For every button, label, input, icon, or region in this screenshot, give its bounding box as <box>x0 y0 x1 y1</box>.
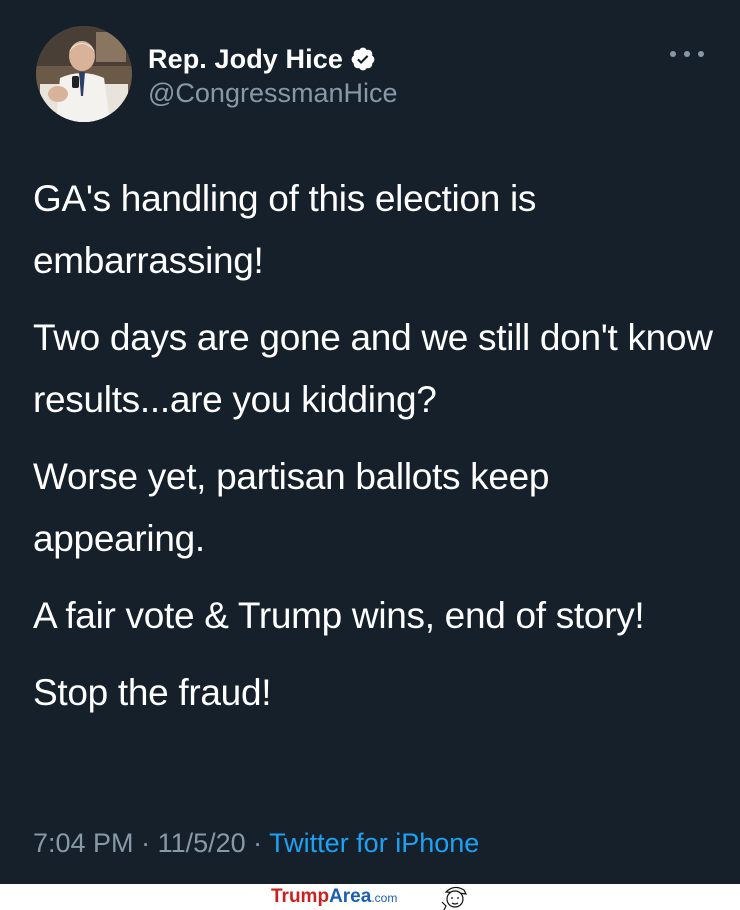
dot <box>684 51 690 57</box>
tweet-paragraph: A fair vote & Trump wins, end of story! <box>33 595 645 636</box>
tweet-text: GA's handling of this election is embarr… <box>33 168 713 739</box>
watermark-part: .com <box>371 891 398 905</box>
more-dots-icon[interactable] <box>670 44 704 64</box>
display-name-row: Rep. Jody Hice <box>148 42 398 76</box>
user-handle[interactable]: @CongressmanHice <box>148 78 398 109</box>
profile-photo-icon <box>36 26 132 122</box>
tweet-paragraph: Worse yet, partisan ballots keep appeari… <box>33 456 550 559</box>
watermark-part: Area <box>329 886 372 907</box>
dot <box>698 51 704 57</box>
separator: · <box>133 828 158 858</box>
watermark: TrumpArea.com <box>0 884 740 910</box>
tweet-date[interactable]: 11/5/20 <box>158 828 246 858</box>
tweet-header: Rep. Jody Hice @CongressmanHice <box>36 26 704 130</box>
verified-badge-icon <box>350 46 376 72</box>
cartoon-figure-icon <box>441 886 468 910</box>
tweet-paragraph: GA's handling of this election is embarr… <box>33 178 537 281</box>
tweet-paragraph: Two days are gone and we still don't kno… <box>33 317 713 420</box>
tweet-paragraph: Stop the fraud! <box>33 672 272 713</box>
tweet-card: Rep. Jody Hice @CongressmanHice GA's han… <box>0 0 740 884</box>
tweet-time[interactable]: 7:04 PM <box>33 828 134 858</box>
user-meta: Rep. Jody Hice @CongressmanHice <box>148 42 398 109</box>
separator: · <box>245 828 270 858</box>
tweet-metadata: 7:04 PM · 11/5/20 · Twitter for iPhone <box>33 828 479 859</box>
avatar[interactable] <box>36 26 132 122</box>
display-name[interactable]: Rep. Jody Hice <box>148 44 343 75</box>
dot <box>670 51 676 57</box>
watermark-part: Trump <box>271 886 330 907</box>
tweet-source-link[interactable]: Twitter for iPhone <box>269 828 479 858</box>
watermark-logo: TrumpArea.com <box>271 886 397 908</box>
